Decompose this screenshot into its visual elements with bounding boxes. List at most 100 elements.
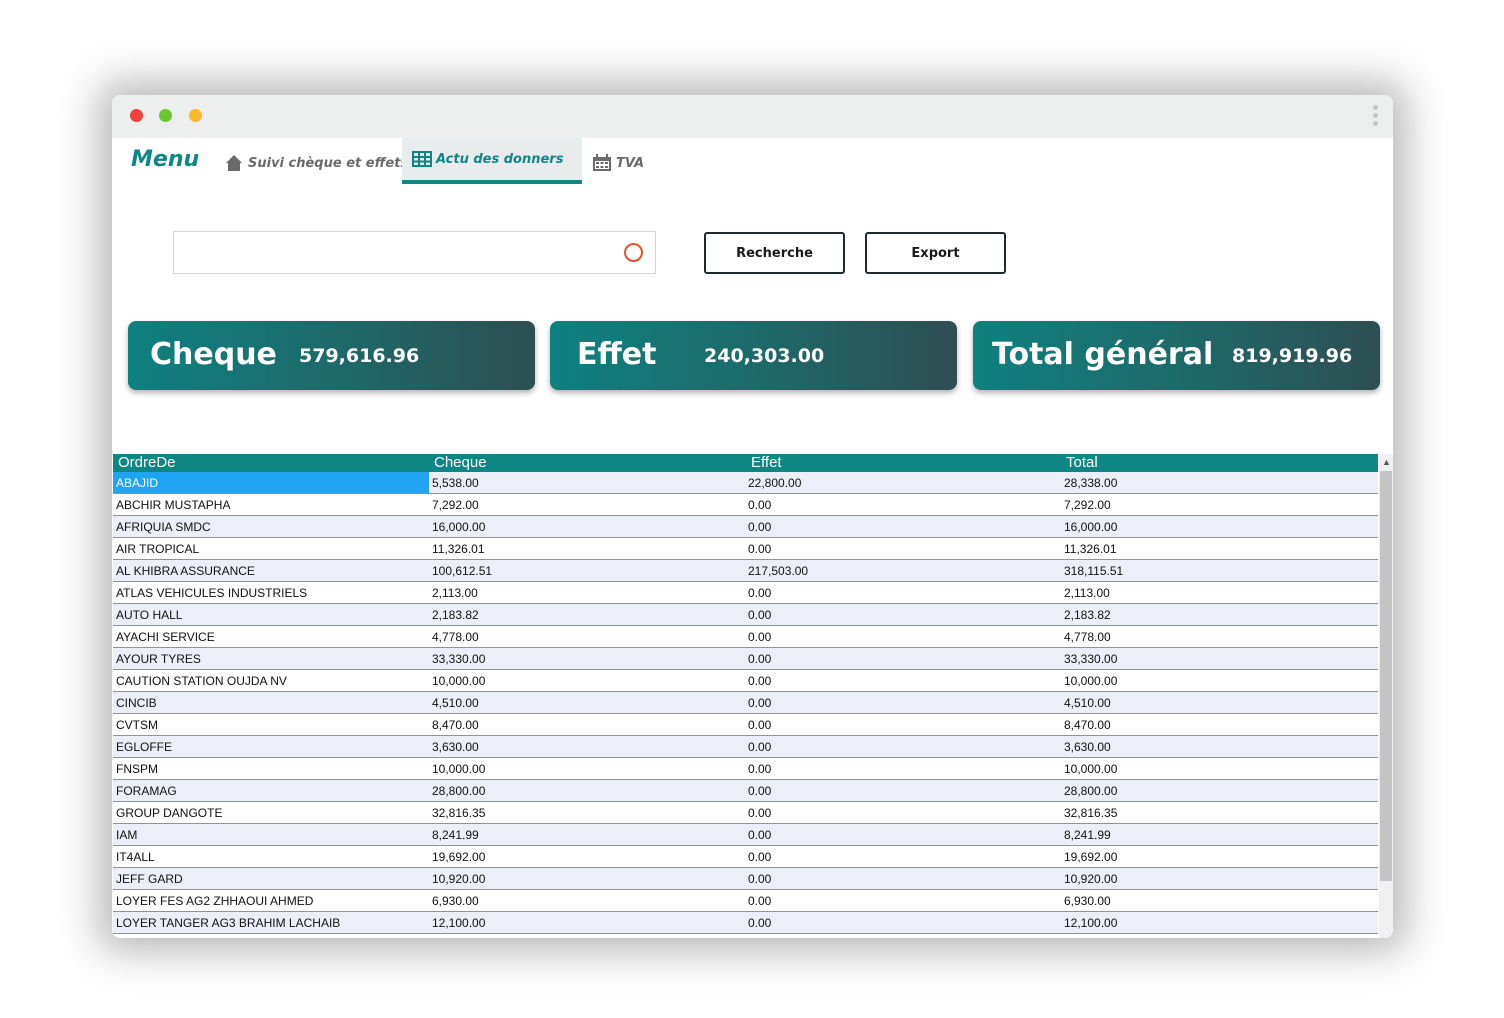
cell-effet[interactable]: 0.00 [748, 520, 771, 534]
cell-total[interactable]: 4,510.00 [1064, 696, 1111, 710]
cell-total[interactable]: 2,183.82 [1064, 608, 1111, 622]
maximize-window-button[interactable] [189, 109, 202, 122]
cell-ordrede[interactable]: JEFF GARD [116, 872, 183, 886]
cell-total[interactable]: 6,930.00 [1064, 894, 1111, 908]
table-row[interactable]: GROUP DANGOTE 32,816.35 0.00 32,816.35 [113, 802, 1378, 824]
cell-cheque[interactable]: 32,816.35 [432, 806, 485, 820]
table-row[interactable]: ATLAS VEHICULES INDUSTRIELS 2,113.00 0.00 2… [113, 582, 1378, 604]
cell-ordrede[interactable]: AL KHIBRA ASSURANCE [116, 564, 255, 578]
search-button[interactable]: Recherche [704, 232, 845, 274]
cell-effet[interactable]: 0.00 [748, 740, 771, 754]
cell-cheque[interactable]: 2,113.00 [432, 586, 478, 600]
cell-cheque[interactable]: 3,630.00 [432, 740, 479, 754]
minimize-window-button[interactable] [159, 109, 172, 122]
cell-ordrede[interactable]: CINCIB [116, 696, 157, 710]
cell-total[interactable]: 7,292.00 [1064, 498, 1111, 512]
cell-total[interactable]: 12,100.00 [1064, 916, 1117, 930]
cell-effet[interactable]: 0.00 [748, 542, 771, 556]
cell-total[interactable]: 2,113.00 [1064, 586, 1110, 600]
cell-effet[interactable]: 0.00 [748, 828, 771, 842]
cell-cheque[interactable]: 4,510.00 [432, 696, 479, 710]
table-row[interactable]: IT4ALL 19,692.00 0.00 19,692.00 [113, 846, 1378, 868]
cell-total[interactable]: 10,000.00 [1064, 674, 1117, 688]
cell-total[interactable]: 19,692.00 [1064, 850, 1117, 864]
cell-effet[interactable]: 0.00 [748, 718, 771, 732]
cell-cheque[interactable]: 10,000.00 [432, 762, 485, 776]
cell-ordrede[interactable]: EGLOFFE [116, 740, 172, 754]
cell-total[interactable]: 318,115.51 [1064, 564, 1123, 578]
cell-ordrede[interactable]: LOYER TANGER AG3 BRAHIM LACHAIB [116, 916, 340, 930]
cell-effet[interactable]: 0.00 [748, 916, 771, 930]
table-row[interactable]: AUTO HALL 2,183.82 0.00 2,183.82 [113, 604, 1378, 626]
cell-total[interactable]: 33,330.00 [1064, 652, 1117, 666]
cell-cheque[interactable]: 10,920.00 [432, 872, 485, 886]
table-row[interactable]: AYOUR TYRES 33,330.00 0.00 33,330.00 [113, 648, 1378, 670]
cell-effet[interactable]: 0.00 [748, 652, 771, 666]
table-row[interactable]: ABCHIR MUSTAPHA 7,292.00 0.00 7,292.00 [113, 494, 1378, 516]
cell-cheque[interactable]: 10,000.00 [432, 674, 485, 688]
cell-ordrede[interactable]: IAM [116, 828, 137, 842]
cell-effet[interactable]: 0.00 [748, 608, 771, 622]
table-row[interactable]: ABAJID 5,538.00 22,800.00 28,338.00 [113, 472, 1378, 494]
cell-cheque[interactable]: 8,241.99 [432, 828, 479, 842]
cell-ordrede[interactable]: LOYER FES AG2 ZHHAOUI AHMED [116, 894, 313, 908]
table-row[interactable]: CINCIB 4,510.00 0.00 4,510.00 [113, 692, 1378, 714]
cell-cheque[interactable]: 7,292.00 [432, 498, 479, 512]
cell-effet[interactable]: 0.00 [748, 806, 771, 820]
cell-ordrede[interactable]: ABAJID [116, 476, 158, 490]
column-header-ordrede[interactable]: OrdreDe [118, 454, 176, 472]
scroll-up-icon[interactable]: ▲ [1382, 457, 1391, 467]
cell-total[interactable]: 16,000.00 [1064, 520, 1117, 534]
search-input[interactable] [173, 231, 656, 274]
cell-effet[interactable]: 0.00 [748, 762, 771, 776]
table-row[interactable]: AIR TROPICAL 11,326.01 0.00 11,326.01 [113, 538, 1378, 560]
table-row[interactable]: LOYER TANGER AG3 BRAHIM LACHAIB 12,100.00… [113, 912, 1378, 934]
cell-ordrede[interactable]: AUTO HALL [116, 608, 182, 622]
table-row[interactable]: AFRIQUIA SMDC 16,000.00 0.00 16,000.00 [113, 516, 1378, 538]
table-row[interactable]: AYACHI SERVICE 4,778.00 0.00 4,778.00 [113, 626, 1378, 648]
column-header-cheque[interactable]: Cheque [434, 454, 487, 472]
more-options-icon[interactable] [1373, 105, 1379, 129]
cell-effet[interactable]: 0.00 [748, 498, 771, 512]
cell-total[interactable]: 10,920.00 [1064, 872, 1117, 886]
cell-cheque[interactable]: 33,330.00 [432, 652, 485, 666]
cell-total[interactable]: 8,241.99 [1064, 828, 1111, 842]
cell-cheque[interactable]: 4,778.00 [432, 630, 479, 644]
column-header-total[interactable]: Total [1066, 454, 1098, 472]
tab-actu-donners[interactable]: Actu des donners [402, 138, 582, 184]
cell-effet[interactable]: 22,800.00 [748, 476, 801, 490]
vertical-scrollbar[interactable]: ▲ [1379, 454, 1393, 938]
cell-total[interactable]: 28,338.00 [1064, 476, 1117, 490]
cell-effet[interactable]: 0.00 [748, 850, 771, 864]
cell-ordrede[interactable]: IT4ALL [116, 850, 155, 864]
cell-cheque[interactable]: 28,800.00 [432, 784, 485, 798]
cell-ordrede[interactable]: ABCHIR MUSTAPHA [116, 498, 230, 512]
table-row[interactable]: IAM 8,241.99 0.00 8,241.99 [113, 824, 1378, 846]
cell-effet[interactable]: 0.00 [748, 674, 771, 688]
table-row[interactable]: CAUTION STATION OUJDA NV 10,000.00 0.00 10,… [113, 670, 1378, 692]
cell-effet[interactable]: 0.00 [748, 696, 771, 710]
cell-total[interactable]: 4,778.00 [1064, 630, 1111, 644]
export-button[interactable]: Export [865, 232, 1006, 274]
cell-ordrede[interactable]: CAUTION STATION OUJDA NV [116, 674, 287, 688]
tab-tva[interactable]: TVA [592, 138, 644, 188]
table-row[interactable]: FNSPM 10,000.00 0.00 10,000.00 [113, 758, 1378, 780]
cell-ordrede[interactable]: AFRIQUIA SMDC [116, 520, 211, 534]
cell-effet[interactable]: 0.00 [748, 872, 771, 886]
close-window-button[interactable] [130, 109, 143, 122]
cell-cheque[interactable]: 19,692.00 [432, 850, 485, 864]
cell-effet[interactable]: 217,503.00 [748, 564, 808, 578]
cell-ordrede[interactable]: AYACHI SERVICE [116, 630, 215, 644]
cell-cheque[interactable]: 100,612.51 [432, 564, 492, 578]
cell-total[interactable]: 10,000.00 [1064, 762, 1117, 776]
cell-total[interactable]: 8,470.00 [1064, 718, 1111, 732]
cell-cheque[interactable]: 6,930.00 [432, 894, 479, 908]
column-header-effet[interactable]: Effet [751, 454, 782, 472]
cell-ordrede[interactable]: AIR TROPICAL [116, 542, 199, 556]
cell-total[interactable]: 11,326.01 [1064, 542, 1117, 556]
table-row[interactable]: EGLOFFE 3,630.00 0.00 3,630.00 [113, 736, 1378, 758]
table-row[interactable]: CVTSM 8,470.00 0.00 8,470.00 [113, 714, 1378, 736]
cell-effet[interactable]: 0.00 [748, 586, 771, 600]
cell-total[interactable]: 28,800.00 [1064, 784, 1117, 798]
cell-effet[interactable]: 0.00 [748, 894, 771, 908]
